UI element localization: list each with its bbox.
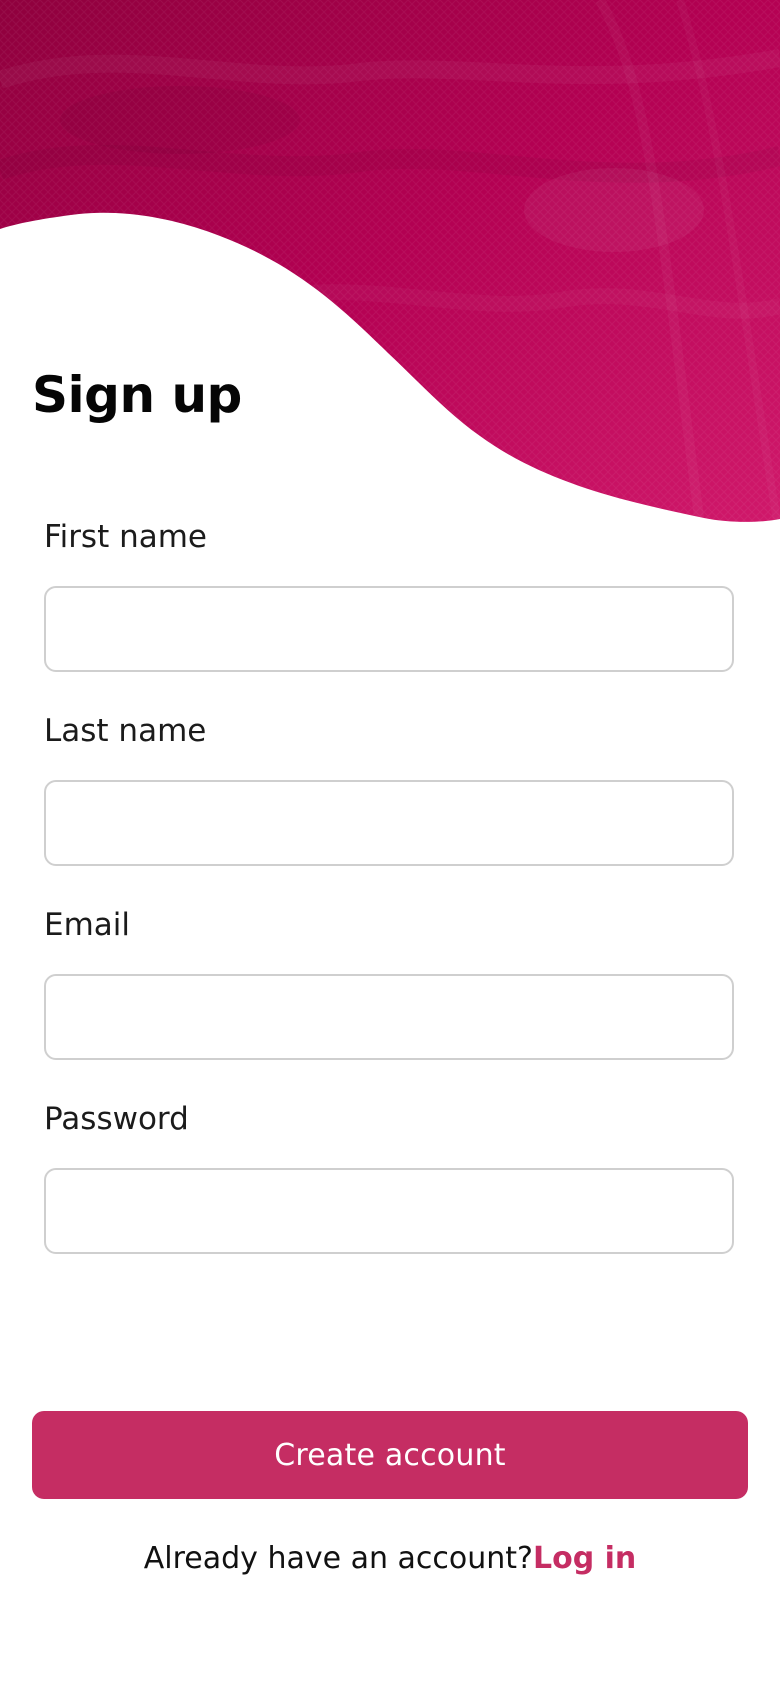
last-name-label: Last name: [44, 713, 207, 749]
last-name-input[interactable]: [44, 780, 734, 866]
page-title: Sign up: [32, 366, 242, 424]
email-label: Email: [44, 907, 131, 943]
first-name-input[interactable]: [44, 586, 734, 672]
create-account-button[interactable]: Create account: [32, 1411, 748, 1499]
login-prompt: Already have an account?Log in: [0, 1541, 780, 1577]
email-input[interactable]: [44, 974, 734, 1060]
login-link[interactable]: Log in: [533, 1541, 636, 1576]
hero-header-image: [0, 0, 780, 540]
password-label: Password: [44, 1101, 189, 1137]
first-name-label: First name: [44, 519, 208, 555]
password-input[interactable]: [44, 1168, 734, 1254]
login-prompt-text: Already have an account?: [143, 1541, 533, 1576]
